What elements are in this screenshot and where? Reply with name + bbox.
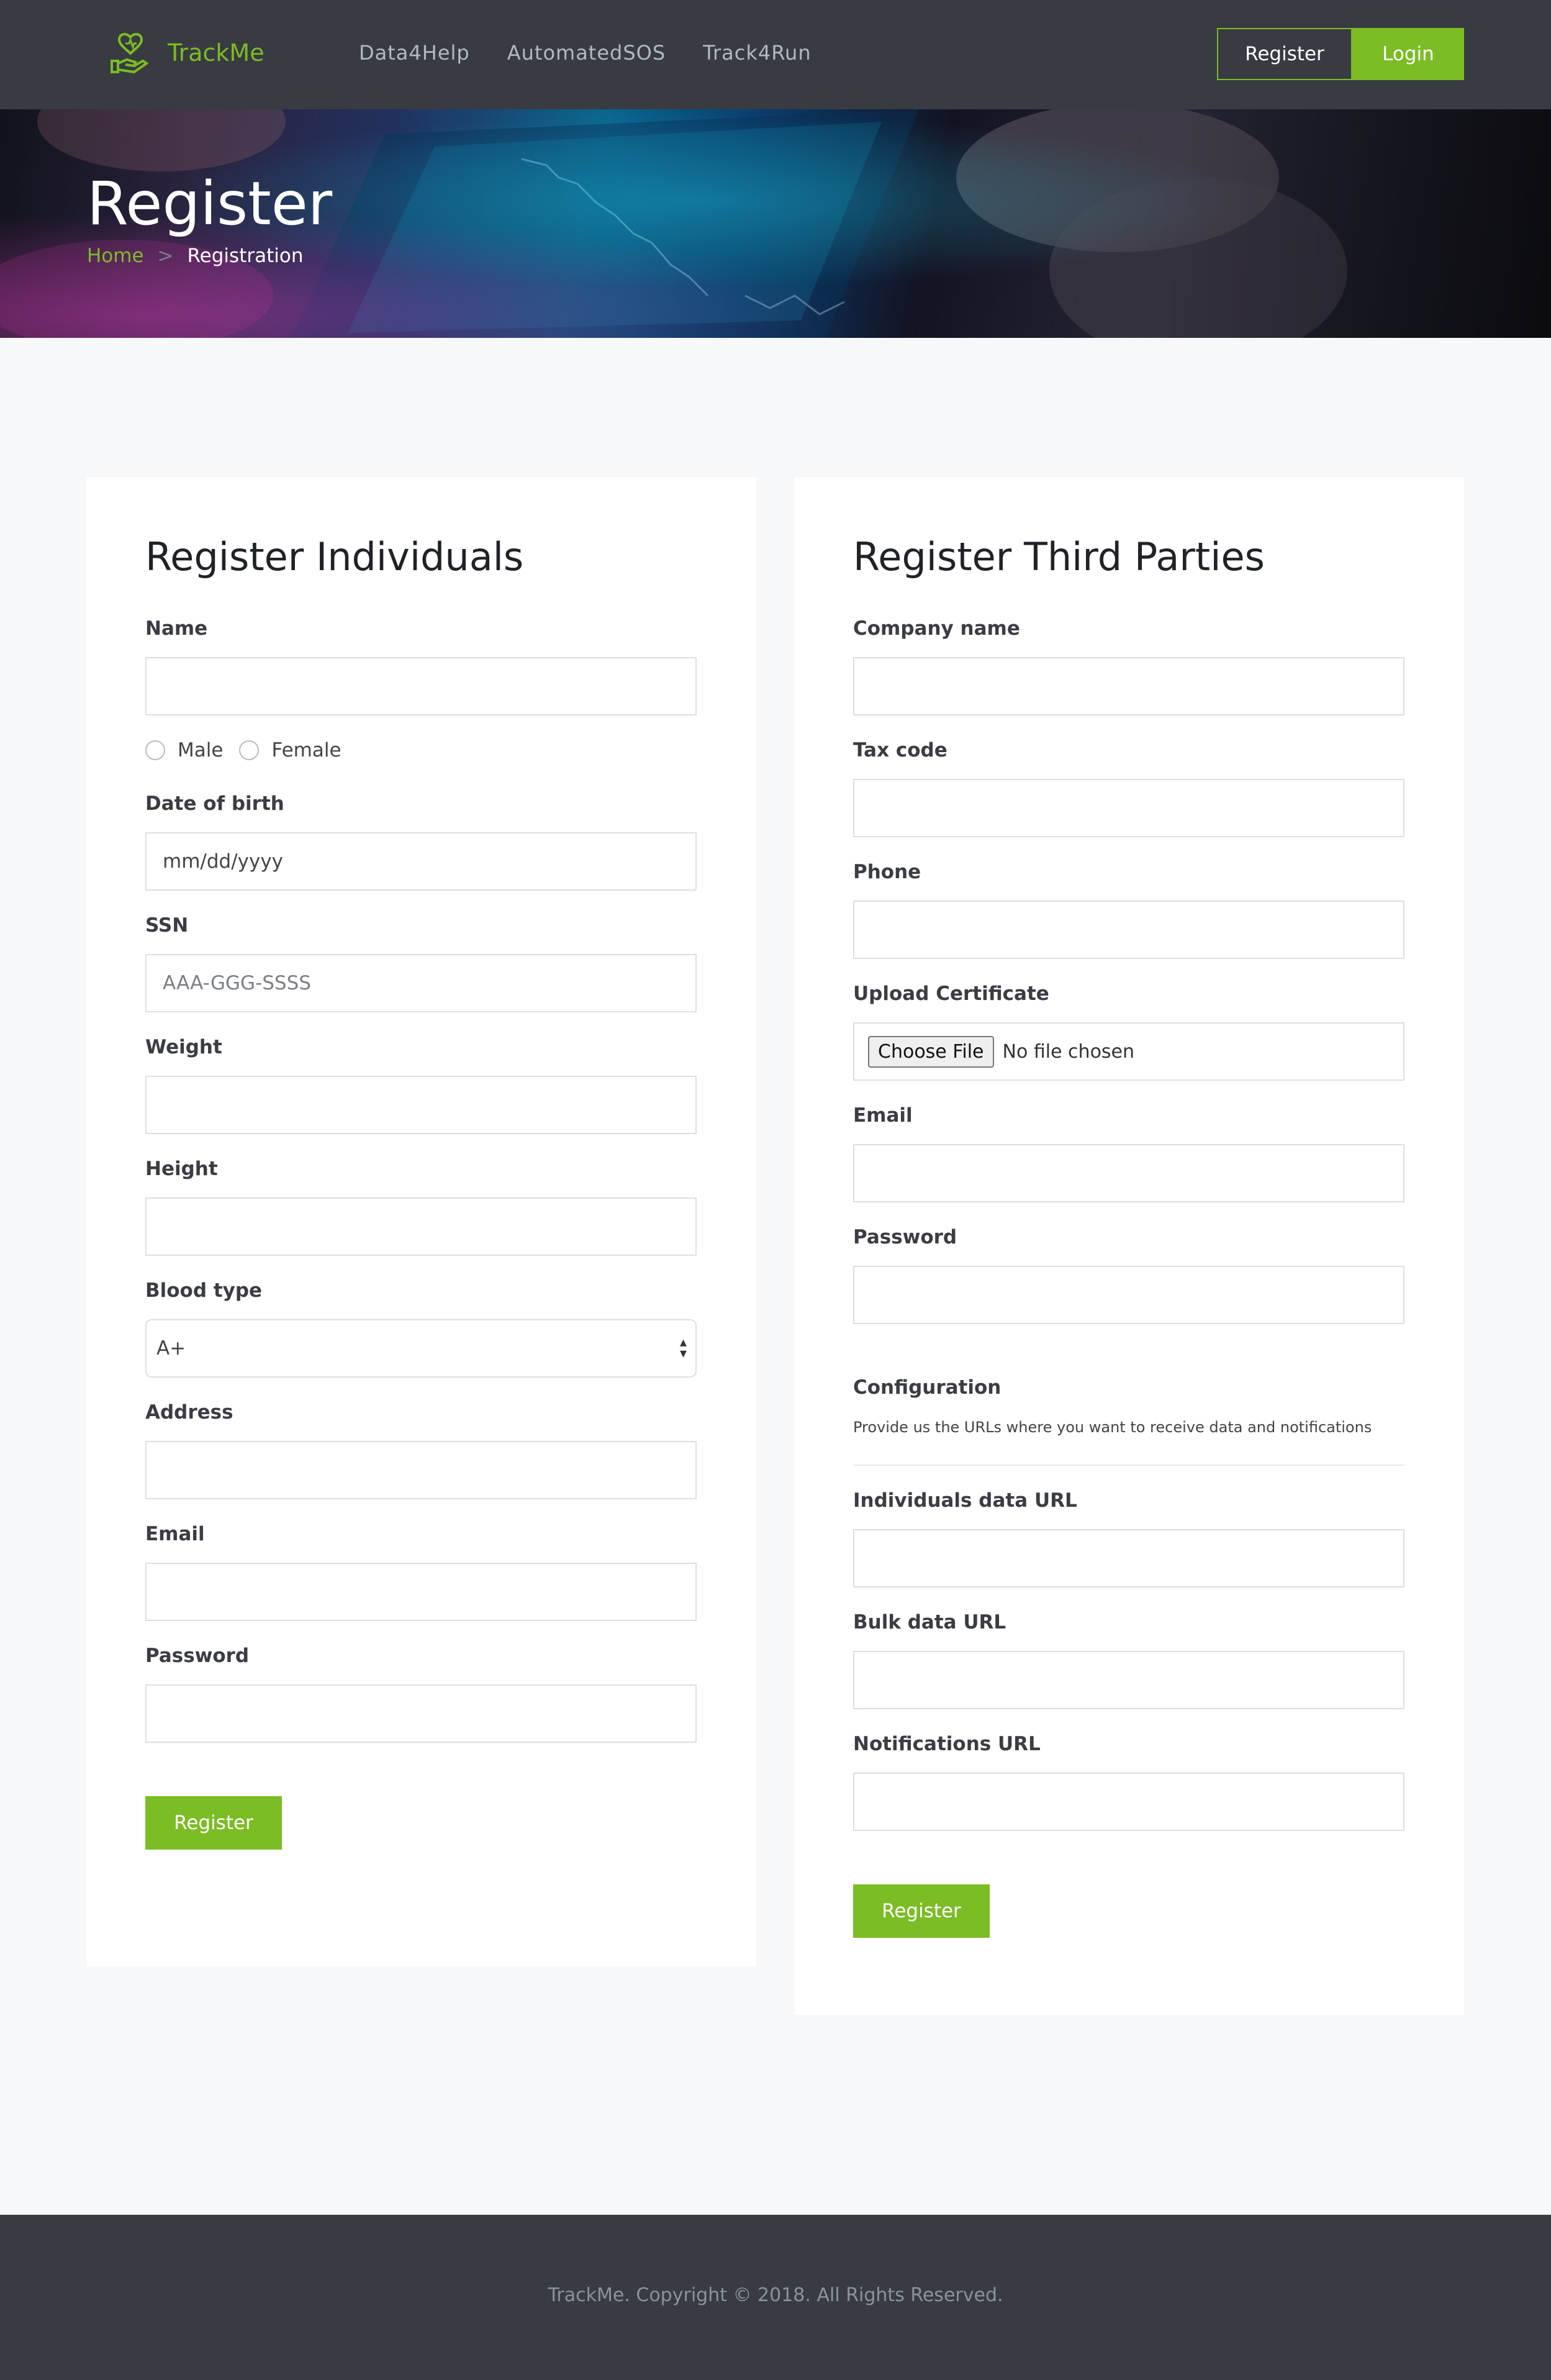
main-nav: Data4Help AutomatedSOS Track4Run: [359, 41, 849, 65]
name-input[interactable]: [145, 657, 697, 715]
choose-file-button[interactable]: Choose File: [868, 1035, 994, 1068]
brand-name: TrackMe: [168, 39, 265, 66]
page-title: Register: [87, 169, 333, 238]
individuals-url-input[interactable]: [853, 1529, 1404, 1587]
phone-label: Phone: [853, 861, 921, 883]
tp-password-input[interactable]: [853, 1266, 1404, 1324]
configuration-description: Provide us the URLs where you want to re…: [853, 1419, 1372, 1436]
notifications-url-input[interactable]: [853, 1773, 1404, 1831]
register-button[interactable]: Register: [1217, 28, 1352, 80]
breadcrumb-home-link[interactable]: Home: [87, 245, 144, 267]
top-navbar: TrackMe Data4Help AutomatedSOS Track4Run…: [0, 0, 1551, 109]
email-label: Email: [145, 1523, 205, 1545]
copyright-text: TrackMe. Copyright © 2018. All Rights Re…: [548, 2284, 1003, 2306]
register-individuals-button[interactable]: Register: [145, 1796, 282, 1850]
weight-label: Weight: [145, 1036, 222, 1058]
bulk-url-label: Bulk data URL: [853, 1611, 1006, 1633]
dob-input[interactable]: mm/dd/yyyy: [145, 832, 697, 891]
tax-code-input[interactable]: [853, 779, 1404, 837]
upload-certificate-label: Upload Certificate: [853, 983, 1049, 1005]
nav-item-automatedsos[interactable]: AutomatedSOS: [507, 41, 666, 65]
heart-hand-icon: [111, 33, 149, 74]
register-individuals-card: Register Individuals Name Male Female Da…: [87, 477, 756, 1966]
tax-code-label: Tax code: [853, 739, 947, 761]
register-third-parties-card: Register Third Parties Company name Tax …: [795, 477, 1464, 2015]
breadcrumb-separator: >: [157, 245, 174, 267]
divider: [853, 1465, 1404, 1466]
individuals-url-label: Individuals data URL: [853, 1489, 1077, 1512]
breadcrumb: Home > Registration: [87, 245, 303, 267]
blood-type-value: A+: [156, 1337, 186, 1360]
name-label: Name: [145, 617, 208, 640]
address-label: Address: [145, 1401, 233, 1424]
female-radio[interactable]: [239, 740, 260, 760]
male-radio[interactable]: [145, 740, 165, 760]
configuration-label: Configuration: [853, 1376, 1002, 1399]
gender-radio-group: Male Female: [145, 739, 358, 761]
password-label: Password: [145, 1645, 250, 1667]
company-name-label: Company name: [853, 617, 1020, 640]
login-button[interactable]: Login: [1352, 28, 1464, 80]
hero-banner: Register Home > Registration: [0, 109, 1551, 338]
height-input[interactable]: [145, 1197, 697, 1256]
password-input[interactable]: [145, 1684, 697, 1743]
blood-type-select[interactable]: A+ ▴ ▾: [145, 1319, 697, 1378]
email-input[interactable]: [145, 1563, 697, 1621]
footer: TrackMe. Copyright © 2018. All Rights Re…: [0, 2215, 1551, 2380]
register-third-parties-button[interactable]: Register: [853, 1884, 990, 1938]
ssn-input[interactable]: AAA-GGG-SSSS: [145, 954, 697, 1012]
notifications-url-label: Notifications URL: [853, 1733, 1041, 1755]
blood-type-label: Blood type: [145, 1279, 263, 1302]
third-parties-title: Register Third Parties: [853, 534, 1265, 579]
female-radio-label: Female: [271, 739, 341, 761]
bulk-url-input[interactable]: [853, 1651, 1404, 1709]
individuals-title: Register Individuals: [145, 534, 524, 579]
nav-item-data4help[interactable]: Data4Help: [359, 41, 470, 65]
tp-email-label: Email: [853, 1104, 913, 1127]
ssn-label: SSN: [145, 914, 189, 937]
certificate-file-input[interactable]: Choose File No file chosen: [853, 1022, 1404, 1081]
male-radio-label: Male: [178, 739, 224, 761]
nav-item-track4run[interactable]: Track4Run: [703, 41, 811, 65]
tp-email-input[interactable]: [853, 1144, 1404, 1202]
breadcrumb-current: Registration: [187, 245, 304, 267]
weight-input[interactable]: [145, 1076, 697, 1134]
company-name-input[interactable]: [853, 657, 1404, 715]
file-status: No file chosen: [1002, 1040, 1135, 1063]
select-arrows-icon: ▴ ▾: [679, 1335, 687, 1361]
height-label: Height: [145, 1158, 218, 1180]
dob-label: Date of birth: [145, 793, 284, 815]
phone-input[interactable]: [853, 901, 1404, 959]
tp-password-label: Password: [853, 1226, 957, 1248]
address-input[interactable]: [145, 1441, 697, 1499]
brand-logo[interactable]: TrackMe: [109, 31, 265, 75]
